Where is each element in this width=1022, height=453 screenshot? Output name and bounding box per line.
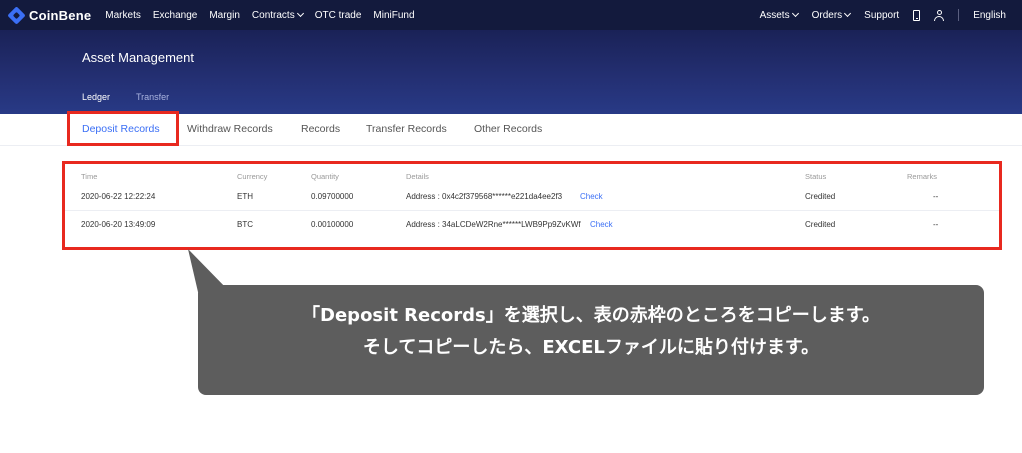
highlight-box-table: [62, 161, 1002, 250]
brand-logo[interactable]: CoinBene: [7, 5, 92, 25]
nav-minifund[interactable]: MiniFund: [373, 10, 414, 21]
instruction-line-2: そしてコピーしたら、EXCELファイルに貼り付けます。: [362, 337, 820, 358]
chevron-down-icon: [296, 9, 304, 18]
brand-name: CoinBene: [29, 7, 92, 23]
nav-assets[interactable]: Assets: [759, 9, 799, 21]
instruction-text: 「Deposit Records」を選択し、表の赤枠のところをコピーします。 そ…: [198, 300, 984, 364]
chevron-down-icon: [791, 9, 799, 18]
mobile-app-icon[interactable]: [913, 9, 921, 21]
page-header: Asset Management Ledger Transfer: [0, 30, 1022, 114]
user-icon[interactable]: [934, 9, 945, 21]
coinbene-logo-icon: [7, 5, 26, 25]
page-title: Asset Management: [82, 50, 195, 65]
nav-markets[interactable]: Markets: [105, 10, 141, 21]
subtab-transfer[interactable]: Transfer: [136, 92, 169, 102]
nav-contracts[interactable]: Contracts: [251, 9, 304, 21]
highlight-box-tab: [67, 111, 179, 146]
nav-exchange[interactable]: Exchange: [153, 10, 197, 21]
nav-contracts-label: Contracts: [251, 9, 295, 21]
top-nav: CoinBene Markets Exchange Margin Contrac…: [0, 0, 1022, 30]
tab-transfer-records[interactable]: Transfer Records: [366, 114, 447, 144]
nav-otc-trade[interactable]: OTC trade: [315, 10, 362, 21]
tab-withdraw-records[interactable]: Withdraw Records: [187, 114, 273, 144]
instruction-line-1: 「Deposit Records」を選択し、表の赤枠のところをコピーします。: [302, 305, 880, 326]
tab-other-records[interactable]: Other Records: [474, 114, 542, 144]
nav-assets-label: Assets: [759, 9, 790, 21]
nav-orders[interactable]: Orders: [811, 9, 852, 21]
nav-orders-label: Orders: [811, 9, 843, 21]
main-menu: Markets Exchange Margin Contracts OTC tr…: [105, 10, 426, 21]
chevron-down-icon: [844, 9, 852, 18]
nav-support[interactable]: Support: [864, 10, 899, 21]
language-selector[interactable]: English: [973, 10, 1006, 21]
account-menu: Assets Orders Support English: [746, 0, 1006, 30]
subtab-ledger[interactable]: Ledger: [82, 92, 110, 102]
nav-divider: [958, 9, 960, 21]
tab-records[interactable]: Records: [301, 114, 340, 144]
nav-margin[interactable]: Margin: [209, 10, 240, 21]
